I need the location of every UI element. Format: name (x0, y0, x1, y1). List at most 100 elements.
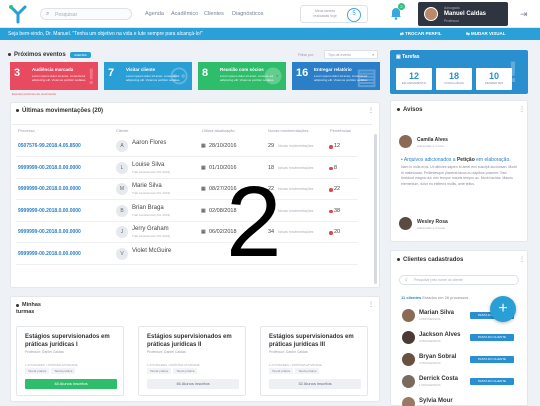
client-sub: Trab Assistencial (JUL 2019) (132, 212, 171, 217)
client-item[interactable]: Derrick Costa 1 PROCESSOS PASTA DO CLIENTE (402, 373, 520, 392)
search-icon: ⌕ (405, 277, 408, 283)
avatar (402, 353, 415, 366)
client-initial-avatar: B (116, 204, 128, 217)
event-type-select[interactable]: Tipo de evento ▾ (324, 50, 378, 59)
tasks-pending[interactable]: 10 PENDENTES (476, 68, 512, 90)
client-name: Sylvia Mour (419, 398, 453, 404)
search-input[interactable]: ⌕ Pesquisar (40, 8, 132, 20)
client-item[interactable]: Sylvia Mour (402, 395, 520, 406)
events-badge[interactable]: AGENDA (70, 52, 91, 58)
movements-label: Novas movimentações (278, 165, 314, 170)
movements-scrollbar[interactable] (374, 134, 377, 284)
client-name: Jerry Graham (132, 226, 169, 232)
client-folder-button[interactable]: PASTA DO CLIENTE (470, 334, 514, 341)
event-card-visit[interactable]: ⚇ 7 Visitar cliente Lorem ipsum dolor sit … (104, 62, 192, 90)
table-row[interactable]: 9999999-00.2018.0.00.0000 V Violet McGuire (16, 244, 358, 265)
tasks-in-progress[interactable]: 12 EM ANDAMENTO (396, 68, 432, 90)
event-card-meeting[interactable]: ⚉ 8 Reunião com sócios Lorem ipsum dolor s… (198, 62, 286, 90)
user-role: Professor (444, 19, 459, 23)
calendar-icon: ▦ (201, 229, 206, 235)
more-icon[interactable]: ⋮ (519, 106, 525, 113)
client-process-count: 4 PROCESSOS (419, 361, 441, 365)
event-card-report[interactable]: ▤ 16 Entregar relatório Lorem ipsum dolor … (292, 62, 380, 90)
tasks-completed[interactable]: 18 CONCLUÍDAS (436, 68, 472, 90)
nav-clientes[interactable]: Clientes (204, 11, 224, 17)
client-sub: Trab Assistencial (JUL 2019) (132, 234, 171, 238)
event-card-hearing[interactable]: ! 3 Audiência marcada Lorem ipsum dolor si… (10, 62, 98, 90)
nav-agenda[interactable]: Agenda (145, 11, 164, 17)
search-placeholder: Pesquisar (55, 12, 78, 18)
table-row[interactable]: 9999999-00.2018.0.00.0000 B Brian Braga Tra… (16, 201, 358, 222)
process-link[interactable]: 9999999-00.2018.0.00.0000 (18, 165, 81, 171)
client-initial-avatar: V (116, 247, 128, 260)
process-link[interactable]: 0507576-99.2018.4.05.8500 (18, 143, 81, 149)
client-item[interactable]: Jackson Alves 4 PROCESSOS PASTA DO CLIENTE (402, 329, 520, 348)
table-row[interactable]: 9999999-00.2018.0.00.0000 J Jerry Graham Tr… (16, 222, 358, 243)
events-header: Próximos eventos AGENDA (8, 52, 91, 58)
more-icon[interactable]: ⋮ (519, 256, 525, 263)
nav-diagnosticos[interactable]: Diagnósticos (232, 11, 264, 17)
client-name: Marie Silva (132, 183, 162, 189)
notice-line[interactable]: • Arquivos adicionados a Petição em elab… (401, 157, 511, 163)
notices-header: Avisos (397, 107, 422, 113)
classes-header: Minhas turmas (16, 302, 56, 316)
client-name: Jackson Alves (419, 332, 461, 338)
tasks-done-label: Meus tarefas realizadas hoje (313, 9, 337, 18)
client-item[interactable]: Bryan Sobral 4 PROCESSOS PASTA DO CLIENTE (402, 351, 520, 370)
movements-header: Últimas movimentações (20) (16, 108, 103, 114)
tasks-done-widget[interactable]: Meus tarefas realizadas hoje 5 (300, 5, 368, 23)
avatar (399, 135, 412, 148)
table-row[interactable]: 9999999-00.2018.0.00.0000 L Louise Silva Tr… (16, 158, 358, 179)
overlay-number: 2 (226, 166, 282, 278)
movements-label: Novas movimentações (278, 208, 314, 213)
client-initial-avatar: L (116, 161, 128, 174)
welcome-text: Seja bem-vindo, Dr. Manuel. "Tenha um ob… (8, 31, 203, 37)
enrolled-button[interactable]: 32 Alunos inscritos (269, 379, 361, 389)
add-client-fab[interactable]: + (490, 296, 516, 322)
avatar (402, 331, 415, 344)
process-link[interactable]: 9999999-00.2018.0.00.0000 (18, 186, 81, 192)
col-atualizacao: Última atualização (202, 128, 235, 133)
notification-badge: 2 (398, 3, 405, 10)
process-link[interactable]: 9999999-00.2018.0.00.0000 (18, 229, 81, 235)
process-link[interactable]: 9999999-00.2018.0.00.0000 (18, 208, 81, 214)
calendar-icon: ▦ (201, 143, 206, 149)
app-logo-icon[interactable] (8, 4, 28, 24)
client-search-input[interactable]: ⌕ Pesquisar pelo nome do cliente (399, 275, 519, 285)
update-date: 28/10/2016 (209, 143, 237, 149)
logout-icon[interactable]: ⇥ (520, 9, 528, 20)
client-name: Brian Braga (132, 204, 164, 211)
pending-dot-icon (329, 145, 333, 149)
table-row[interactable]: 0507576-99.2018.4.05.8500 A Aaron Flores ▦ 2… (16, 136, 358, 157)
client-folder-button[interactable]: PASTA DO CLIENTE (470, 356, 514, 363)
more-icon[interactable]: ⋮ (368, 301, 374, 308)
notice-author-2-sub: Adicionado a 2 horas (417, 226, 446, 230)
change-view-button[interactable]: ⇆ MUDAR VISUAL (466, 31, 506, 37)
change-profile-button[interactable]: ⇄ TROCAR PERFIL (400, 31, 442, 37)
enrolled-button[interactable]: 48 Alunos inscritos (25, 379, 117, 389)
client-name: Bryan Sobral (419, 354, 457, 360)
class-card-1[interactable]: Estágios supervisionados em práticas jur… (16, 326, 124, 396)
tasks-done-count: 5 (347, 8, 361, 22)
pending-dot-icon (329, 188, 333, 192)
user-menu[interactable]: Advogado Manuel Caldas Professor (418, 2, 508, 26)
more-icon[interactable]: ⋮ (368, 107, 374, 114)
pending-dot-icon (329, 231, 333, 235)
enrolled-button[interactable]: 46 Alunos inscritos (147, 379, 239, 389)
client-process-count: 1 PROCESSOS (419, 383, 441, 387)
col-processo: Processo (18, 128, 35, 133)
client-folder-button[interactable]: PASTA DO CLIENTE (470, 378, 514, 385)
client-name: Aaron Flores (132, 140, 167, 146)
class-card-3[interactable]: Estágios supervisionados em práticas jur… (260, 326, 368, 396)
client-sub: Trab Assistencial (JUL 2019) (132, 191, 171, 195)
movements-label: Novas movimentações (278, 187, 314, 191)
process-link[interactable]: 9999999-00.2018.0.00.0000 (18, 251, 81, 257)
nav-academico[interactable]: Acadêmico (171, 11, 198, 17)
class-card-2[interactable]: Estágios supervisionados em práticas jur… (138, 326, 246, 396)
notice-author-sub: Adicionado a 1 hora (417, 144, 444, 148)
user-avatar (424, 7, 438, 21)
calendar-icon: ▦ (201, 207, 206, 214)
notice-author-2: Wesley Rosa (417, 219, 448, 225)
table-row[interactable]: 9999999-00.2018.0.00.0000 M Marie Silva Tra… (16, 179, 358, 200)
events-title: Próximos eventos (14, 52, 66, 58)
